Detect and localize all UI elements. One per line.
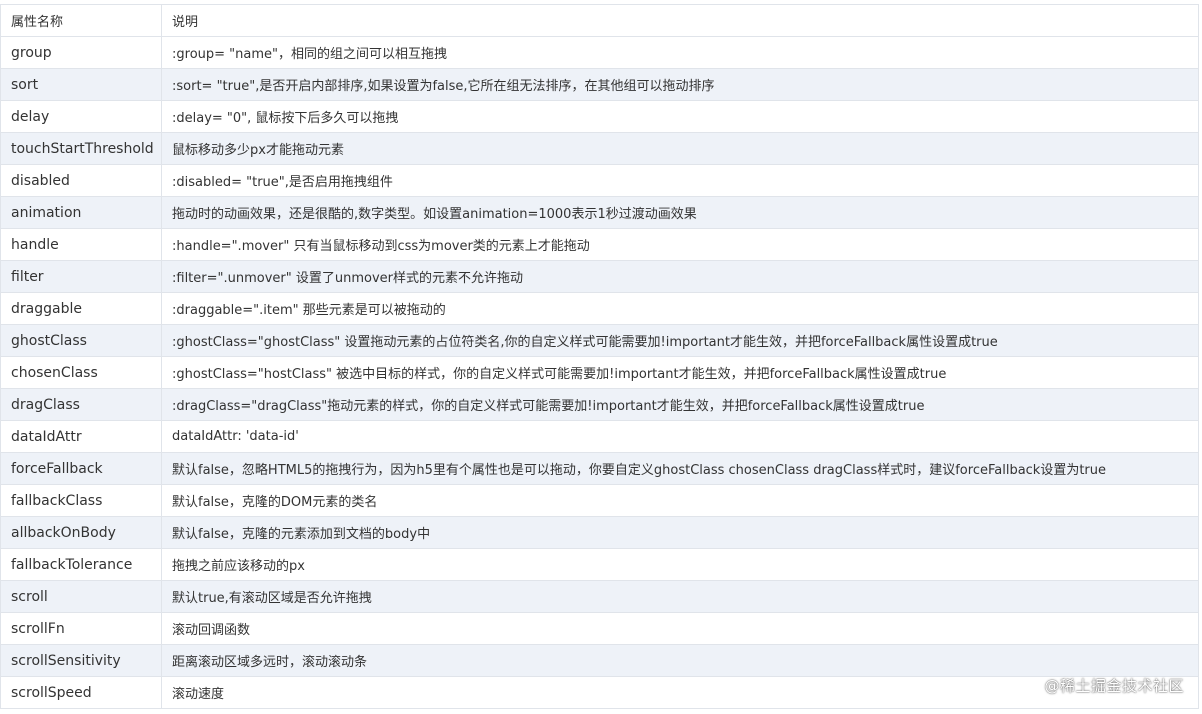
table-row: group:group= "name"，相同的组之间可以相互拖拽 bbox=[0, 36, 1199, 69]
property-description-cell: 鼠标移动多少px才能拖动元素 bbox=[161, 132, 1199, 165]
property-name-cell: scroll bbox=[0, 580, 162, 613]
property-description-cell: :ghostClass="hostClass" 被选中目标的样式，你的自定义样式… bbox=[161, 356, 1199, 389]
property-name-cell: sort bbox=[0, 68, 162, 101]
property-name-cell: animation bbox=[0, 196, 162, 229]
table-row: scroll 默认true,有滚动区域是否允许拖拽 bbox=[0, 580, 1199, 613]
property-description-cell: :draggable=".item" 那些元素是可以被拖动的 bbox=[161, 292, 1199, 325]
table-row: delay:delay= "0", 鼠标按下后多久可以拖拽 bbox=[0, 100, 1199, 133]
property-name-cell: forceFallback bbox=[0, 452, 162, 485]
table-row: ghostClass:ghostClass="ghostClass" 设置拖动元… bbox=[0, 324, 1199, 357]
property-description-cell: :group= "name"，相同的组之间可以相互拖拽 bbox=[161, 36, 1199, 69]
property-name-cell: fallbackClass bbox=[0, 484, 162, 517]
property-name-cell: touchStartThreshold bbox=[0, 132, 162, 165]
property-name-cell: ghostClass bbox=[0, 324, 162, 357]
watermark: @稀土掘金技术社区 bbox=[1044, 677, 1184, 695]
header-description: 说明 bbox=[161, 4, 1199, 37]
property-name-cell: scrollSpeed bbox=[0, 676, 162, 709]
table-row: scrollFn 滚动回调函数 bbox=[0, 612, 1199, 645]
property-description-cell: :sort= "true",是否开启内部排序,如果设置为false,它所在组无法… bbox=[161, 68, 1199, 101]
table-row: dragClass:dragClass="dragClass"拖动元素的样式，你… bbox=[0, 388, 1199, 421]
table-row: scrollSpeed 滚动速度 bbox=[0, 676, 1199, 709]
table-row: disabled:disabled= "true",是否启用拖拽组件 bbox=[0, 164, 1199, 197]
property-description-cell: 拖动时的动画效果，还是很酷的,数字类型。如设置animation=1000表示1… bbox=[161, 196, 1199, 229]
property-name-cell: fallbackTolerance bbox=[0, 548, 162, 581]
property-name-cell: group bbox=[0, 36, 162, 69]
property-description-cell: 拖拽之前应该移动的px bbox=[161, 548, 1199, 581]
table-body: group:group= "name"，相同的组之间可以相互拖拽 sort:sor… bbox=[0, 36, 1199, 709]
table-row: dataIdAttr dataIdAttr: 'data-id' bbox=[0, 420, 1199, 453]
table-row: draggable:draggable=".item" 那些元素是可以被拖动的 bbox=[0, 292, 1199, 325]
table-row: filter:filter=".unmover" 设置了unmover样式的元素… bbox=[0, 260, 1199, 293]
table-row: allbackOnBody 默认false，克隆的元素添加到文档的body中 bbox=[0, 516, 1199, 549]
properties-table: 属性名称 说明 group:group= "name"，相同的组之间可以相互拖拽… bbox=[0, 4, 1199, 709]
property-name-cell: delay bbox=[0, 100, 162, 133]
property-name-cell: scrollFn bbox=[0, 612, 162, 645]
property-description-cell: 滚动回调函数 bbox=[161, 612, 1199, 645]
property-description-cell: :ghostClass="ghostClass" 设置拖动元素的占位符类名,你的… bbox=[161, 324, 1199, 357]
table-header-row: 属性名称 说明 bbox=[0, 4, 1199, 37]
property-description-cell: dataIdAttr: 'data-id' bbox=[161, 420, 1199, 453]
property-description-cell: 默认false，克隆的元素添加到文档的body中 bbox=[161, 516, 1199, 549]
table-row: scrollSensitivity 距离滚动区域多远时，滚动滚动条 bbox=[0, 644, 1199, 677]
property-description-cell: :handle=".mover" 只有当鼠标移动到css为mover类的元素上才… bbox=[161, 228, 1199, 261]
property-description-cell: :filter=".unmover" 设置了unmover样式的元素不允许拖动 bbox=[161, 260, 1199, 293]
table-row: touchStartThreshold 鼠标移动多少px才能拖动元素 bbox=[0, 132, 1199, 165]
property-description-cell: :disabled= "true",是否启用拖拽组件 bbox=[161, 164, 1199, 197]
property-name-cell: filter bbox=[0, 260, 162, 293]
property-name-cell: dragClass bbox=[0, 388, 162, 421]
property-description-cell: :dragClass="dragClass"拖动元素的样式，你的自定义样式可能需… bbox=[161, 388, 1199, 421]
property-description-cell: 默认false，克隆的DOM元素的类名 bbox=[161, 484, 1199, 517]
property-name-cell: chosenClass bbox=[0, 356, 162, 389]
property-description-cell: 默认true,有滚动区域是否允许拖拽 bbox=[161, 580, 1199, 613]
header-property-name: 属性名称 bbox=[0, 4, 162, 37]
property-name-cell: disabled bbox=[0, 164, 162, 197]
property-name-cell: draggable bbox=[0, 292, 162, 325]
table-row: fallbackClass 默认false，克隆的DOM元素的类名 bbox=[0, 484, 1199, 517]
table-row: handle:handle=".mover" 只有当鼠标移动到css为mover… bbox=[0, 228, 1199, 261]
property-name-cell: dataIdAttr bbox=[0, 420, 162, 453]
property-name-cell: handle bbox=[0, 228, 162, 261]
property-name-cell: scrollSensitivity bbox=[0, 644, 162, 677]
property-description-cell: 默认false，忽略HTML5的拖拽行为，因为h5里有个属性也是可以拖动，你要自… bbox=[161, 452, 1199, 485]
property-description-cell: :delay= "0", 鼠标按下后多久可以拖拽 bbox=[161, 100, 1199, 133]
table-row: forceFallback 默认false，忽略HTML5的拖拽行为，因为h5里有… bbox=[0, 452, 1199, 485]
table-row: chosenClass:ghostClass="hostClass" 被选中目标… bbox=[0, 356, 1199, 389]
property-description-cell: 距离滚动区域多远时，滚动滚动条 bbox=[161, 644, 1199, 677]
table-row: animation 拖动时的动画效果，还是很酷的,数字类型。如设置animatio… bbox=[0, 196, 1199, 229]
table-row: fallbackTolerance 拖拽之前应该移动的px bbox=[0, 548, 1199, 581]
property-name-cell: allbackOnBody bbox=[0, 516, 162, 549]
table-row: sort:sort= "true",是否开启内部排序,如果设置为false,它所… bbox=[0, 68, 1199, 101]
property-description-cell: 滚动速度 bbox=[161, 676, 1199, 709]
